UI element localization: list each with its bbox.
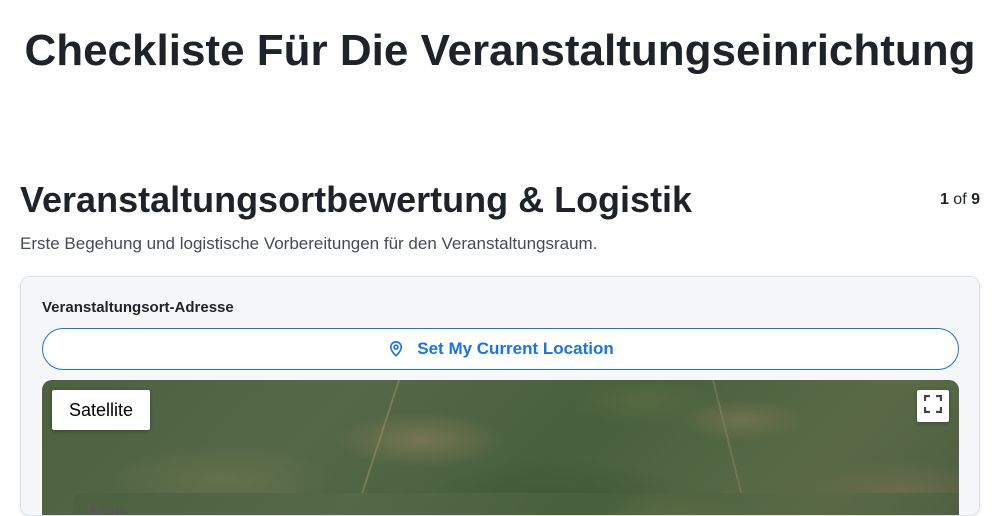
step-counter: 1 of 9 (940, 190, 980, 210)
step-of: of (953, 191, 967, 208)
section-description: Erste Begehung und logistische Vorbereit… (20, 234, 598, 253)
map-type-map-button[interactable]: Map (73, 493, 959, 515)
step-current: 1 (939, 191, 949, 208)
set-current-location-button[interactable]: Set My Current Location (42, 328, 959, 370)
address-field-label: Veranstaltungsort-Adresse (42, 299, 234, 316)
step-total: 9 (971, 191, 980, 208)
set-current-location-label: Set My Current Location (417, 339, 614, 358)
page-title: Checkliste Für Die Veranstaltungseinrich… (24, 26, 976, 75)
fullscreen-button[interactable] (917, 390, 949, 422)
fullscreen-icon (923, 394, 943, 418)
map-type-satellite-button[interactable]: Satellite (52, 390, 150, 430)
section-title: Veranstaltungsortbewertung & Logistik (20, 179, 693, 220)
map-pin-icon (387, 340, 405, 358)
map-type-control: Map Satellite (52, 390, 959, 515)
section-header: Veranstaltungsortbewertung & Logistik 1 … (20, 178, 980, 224)
satellite-map[interactable]: Map Satellite (42, 380, 959, 515)
address-card: Veranstaltungsort-Adresse Set My Current… (20, 276, 980, 516)
